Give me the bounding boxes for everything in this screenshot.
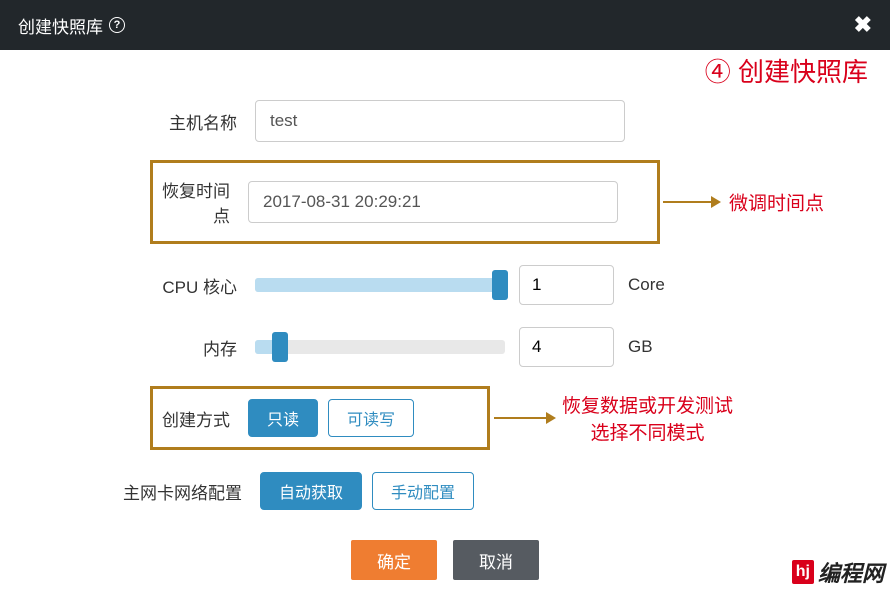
restore-time-input[interactable] [248, 181, 618, 223]
cancel-button[interactable]: 取消 [453, 540, 539, 580]
arrow-icon [494, 412, 556, 424]
restore-time-highlight: 恢复时间点 微调时间点 [150, 160, 660, 244]
annotation-step-4: ④ 创建快照库 [705, 52, 868, 89]
modal-header: 创建快照库 ? ✖ [0, 0, 890, 50]
mode-readwrite-button[interactable]: 可读写 [328, 399, 414, 437]
close-icon[interactable]: ✖ [854, 12, 872, 38]
network-config-label: 主网卡网络配置 [0, 479, 260, 504]
restore-time-label: 恢复时间点 [153, 177, 248, 227]
confirm-button[interactable]: 确定 [351, 540, 437, 580]
watermark-text: 编程网 [818, 556, 884, 588]
annotation-mode-note: 恢复数据或开发测试 选择不同模式 [562, 391, 733, 445]
cpu-unit: Core [628, 275, 665, 295]
memory-value-input[interactable] [519, 327, 614, 367]
watermark-badge: hj [792, 560, 814, 584]
memory-label: 内存 [0, 335, 255, 360]
mode-readonly-button[interactable]: 只读 [248, 399, 318, 437]
create-mode-highlight: 创建方式 只读 可读写 [150, 386, 490, 450]
modal-title: 创建快照库 [18, 13, 103, 38]
help-icon[interactable]: ? [109, 17, 125, 33]
arrow-icon [663, 196, 721, 208]
network-manual-button[interactable]: 手动配置 [372, 472, 474, 510]
memory-unit: GB [628, 337, 653, 357]
network-auto-button[interactable]: 自动获取 [260, 472, 362, 510]
form: 主机名称 恢复时间点 微调时间点 CPU 核心 Core 内存 [0, 50, 890, 580]
host-name-label: 主机名称 [0, 109, 255, 134]
modal-footer: 确定 取消 [0, 540, 890, 580]
cpu-slider[interactable] [255, 278, 505, 292]
annotation-time-tune: 微调时间点 [729, 189, 824, 216]
memory-slider[interactable] [255, 340, 505, 354]
cpu-value-input[interactable] [519, 265, 614, 305]
watermark: hj 编程网 [792, 556, 884, 588]
cpu-label: CPU 核心 [0, 273, 255, 298]
host-name-input[interactable] [255, 100, 625, 142]
create-mode-label: 创建方式 [153, 406, 248, 431]
